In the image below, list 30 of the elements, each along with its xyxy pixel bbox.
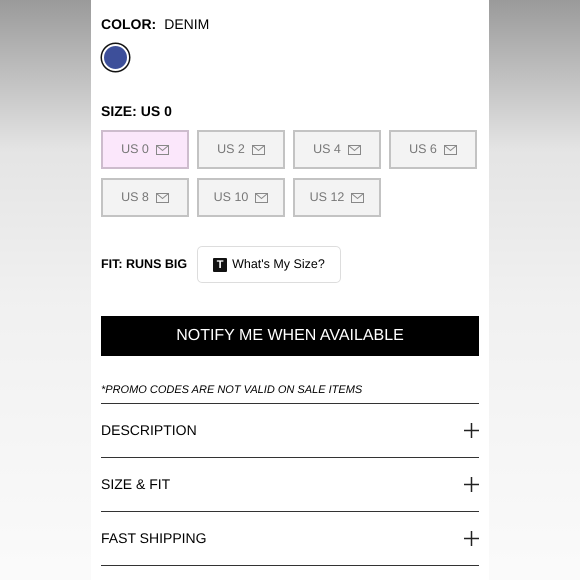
size-option[interactable]: US 0 — [101, 130, 189, 169]
accordion-header[interactable]: SIZE & FIT — [101, 458, 479, 512]
envelope-icon — [444, 144, 457, 154]
size-label: SIZE: — [101, 102, 137, 121]
size-option[interactable]: US 2 — [197, 130, 285, 169]
color-value: DENIM — [164, 15, 210, 34]
promo-note: *PROMO CODES ARE NOT VALID ON SALE ITEMS — [101, 382, 479, 404]
envelope-icon — [351, 192, 364, 202]
logo-icon: T — [213, 258, 228, 272]
color-label: COLOR: — [101, 15, 156, 34]
size-option[interactable]: US 12 — [293, 178, 381, 217]
color-swatch[interactable] — [102, 44, 129, 71]
size-option[interactable]: US 8 — [101, 178, 189, 217]
envelope-icon — [156, 192, 169, 202]
envelope-icon — [348, 144, 361, 154]
accordion-header[interactable]: FAST SHIPPING — [101, 512, 479, 566]
size-option[interactable]: US 10 — [197, 178, 285, 217]
size-option[interactable]: US 4 — [293, 130, 381, 169]
envelope-icon — [252, 144, 265, 154]
size-option[interactable]: US 6 — [389, 130, 477, 169]
plus-icon — [464, 476, 479, 492]
size-value: US 0 — [140, 102, 172, 121]
fit-label: FIT: RUNS BIG — [101, 256, 188, 274]
accordion-header[interactable]: DESCRIPTION — [101, 404, 479, 458]
notify-button[interactable]: NOTIFY ME WHEN AVAILABLE — [101, 316, 479, 356]
plus-icon — [464, 422, 479, 438]
plus-icon — [464, 530, 479, 546]
envelope-icon — [156, 144, 169, 154]
envelope-icon — [255, 192, 268, 202]
whats-my-size-button[interactable]: T What's My Size? — [197, 246, 341, 283]
